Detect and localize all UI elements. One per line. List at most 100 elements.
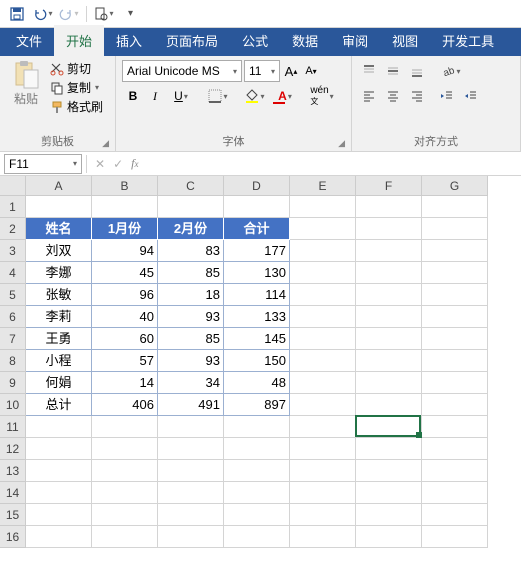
cell-D7[interactable]: 145 [224,328,290,350]
cell-D16[interactable] [224,526,290,548]
col-header-A[interactable]: A [26,176,92,196]
row-header-2[interactable]: 2 [0,218,26,240]
col-header-B[interactable]: B [92,176,158,196]
formula-input[interactable] [146,154,521,174]
col-header-C[interactable]: C [158,176,224,196]
cell-B12[interactable] [92,438,158,460]
tab-页面布局[interactable]: 页面布局 [154,25,230,56]
cell-E13[interactable] [290,460,356,482]
cell-E9[interactable] [290,372,356,394]
cell-C13[interactable] [158,460,224,482]
cell-E7[interactable] [290,328,356,350]
name-box[interactable]: F11▾ [4,154,82,174]
bold-button[interactable]: B [122,85,144,107]
cell-G8[interactable] [422,350,488,372]
cell-D12[interactable] [224,438,290,460]
align-center-button[interactable] [382,85,404,107]
print-preview-icon[interactable]: ▾ [93,3,115,25]
align-top-button[interactable] [358,60,380,82]
redo-icon[interactable]: ▾ [58,3,80,25]
grow-font-button[interactable]: A▴ [282,60,300,82]
cell-B10[interactable]: 406 [92,394,158,416]
cell-B6[interactable]: 40 [92,306,158,328]
cell-F4[interactable] [356,262,422,284]
cell-B1[interactable] [92,196,158,218]
cell-A15[interactable] [26,504,92,526]
row-header-11[interactable]: 11 [0,416,26,438]
cell-D14[interactable] [224,482,290,504]
cell-E6[interactable] [290,306,356,328]
cell-B11[interactable] [92,416,158,438]
cell-F16[interactable] [356,526,422,548]
cell-A16[interactable] [26,526,92,548]
enter-icon[interactable]: ✓ [113,157,123,171]
row-header-12[interactable]: 12 [0,438,26,460]
cell-A5[interactable]: 张敏 [26,284,92,306]
tab-数据[interactable]: 数据 [280,25,330,56]
cell-A11[interactable] [26,416,92,438]
row-header-1[interactable]: 1 [0,196,26,218]
cell-D4[interactable]: 130 [224,262,290,284]
cell-F1[interactable] [356,196,422,218]
cell-G13[interactable] [422,460,488,482]
cell-F12[interactable] [356,438,422,460]
cell-F14[interactable] [356,482,422,504]
fx-icon[interactable]: fx [131,156,138,171]
cell-B14[interactable] [92,482,158,504]
cell-F5[interactable] [356,284,422,306]
cell-E4[interactable] [290,262,356,284]
cell-C2[interactable]: 2月份 [158,218,224,240]
cell-A9[interactable]: 何娟 [26,372,92,394]
cell-A7[interactable]: 王勇 [26,328,92,350]
cell-A1[interactable] [26,196,92,218]
col-header-F[interactable]: F [356,176,422,196]
align-left-button[interactable] [358,85,380,107]
cell-A6[interactable]: 李莉 [26,306,92,328]
cell-B13[interactable] [92,460,158,482]
cell-G5[interactable] [422,284,488,306]
cell-D2[interactable]: 合计 [224,218,290,240]
cell-A14[interactable] [26,482,92,504]
row-header-14[interactable]: 14 [0,482,26,504]
font-color-button[interactable]: A▾ [270,85,300,107]
cell-F11[interactable] [356,416,422,438]
cell-G6[interactable] [422,306,488,328]
cell-B5[interactable]: 96 [92,284,158,306]
paste-icon[interactable] [12,60,40,90]
tab-审阅[interactable]: 审阅 [330,25,380,56]
cell-G4[interactable] [422,262,488,284]
orientation-button[interactable]: ab▾ [436,60,466,82]
cell-F3[interactable] [356,240,422,262]
underline-button[interactable]: U▾ [166,85,196,107]
row-header-10[interactable]: 10 [0,394,26,416]
cell-F6[interactable] [356,306,422,328]
cell-B15[interactable] [92,504,158,526]
row-header-5[interactable]: 5 [0,284,26,306]
cell-F10[interactable] [356,394,422,416]
tab-开发工具[interactable]: 开发工具 [430,25,506,56]
cancel-icon[interactable]: ✕ [95,157,105,171]
cell-C4[interactable]: 85 [158,262,224,284]
qat-customize-icon[interactable]: ▾ [119,3,141,25]
decrease-indent-button[interactable] [436,85,458,107]
cell-D9[interactable]: 48 [224,372,290,394]
cell-E5[interactable] [290,284,356,306]
tab-公式[interactable]: 公式 [230,25,280,56]
cell-G11[interactable] [422,416,488,438]
cell-G3[interactable] [422,240,488,262]
select-all-corner[interactable] [0,176,26,196]
cell-E1[interactable] [290,196,356,218]
cell-C5[interactable]: 18 [158,284,224,306]
cell-A2[interactable]: 姓名 [26,218,92,240]
cell-A10[interactable]: 总计 [26,394,92,416]
row-header-7[interactable]: 7 [0,328,26,350]
cell-A8[interactable]: 小程 [26,350,92,372]
cell-G1[interactable] [422,196,488,218]
cell-F8[interactable] [356,350,422,372]
cell-E11[interactable] [290,416,356,438]
cell-E3[interactable] [290,240,356,262]
cell-A13[interactable] [26,460,92,482]
cell-B7[interactable]: 60 [92,328,158,350]
tab-插入[interactable]: 插入 [104,25,154,56]
cell-C1[interactable] [158,196,224,218]
